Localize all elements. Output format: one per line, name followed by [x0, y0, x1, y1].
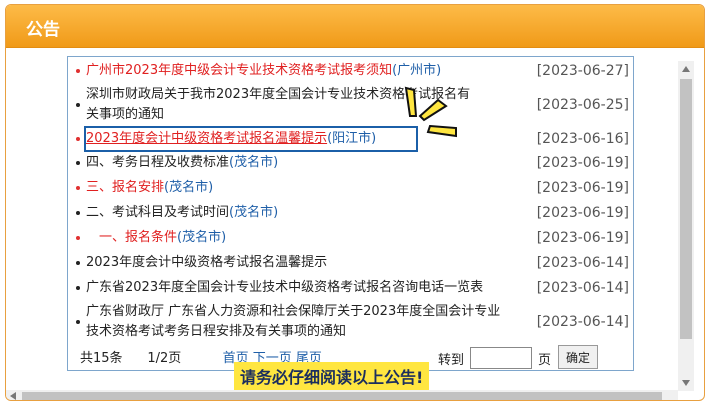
item-date: [2023-06-16] — [536, 131, 629, 147]
vertical-scrollbar[interactable] — [678, 61, 694, 391]
bullet-icon — [76, 186, 80, 190]
goto-unit: 页 — [538, 353, 552, 368]
scroll-left-icon[interactable] — [10, 392, 16, 400]
notice-banner: 请务必仔细阅读以上公告! — [234, 362, 430, 390]
item-title-line2[interactable]: 技术资格考试考务日程安排及有关事项的通知 — [86, 324, 346, 339]
goto-page-input[interactable] — [470, 347, 532, 369]
item-title[interactable]: 四、考务日程及收费标准 — [86, 155, 229, 170]
highlight-box — [84, 126, 418, 152]
item-date: [2023-06-19] — [536, 180, 629, 196]
bullet-icon — [76, 161, 80, 165]
item-date: [2023-06-19] — [536, 230, 629, 246]
bullet-icon — [76, 286, 80, 290]
item-location[interactable]: (广州市) — [392, 63, 441, 78]
bullet-icon — [76, 211, 80, 215]
item-location[interactable]: (茂名市) — [164, 180, 213, 195]
attention-burst-icon — [404, 86, 457, 138]
bullet-icon — [76, 261, 80, 265]
item-date: [2023-06-14] — [536, 314, 629, 330]
item-title[interactable]: 三、报名安排 — [86, 180, 164, 195]
bullet-icon — [76, 69, 80, 73]
goto-label: 转到 — [438, 353, 465, 368]
item-location[interactable]: (茂名市) — [229, 155, 278, 170]
item-title[interactable]: 一、报名条件 — [86, 230, 177, 245]
item-title[interactable]: 广州市2023年度中级会计专业技术资格考试报考须知 — [86, 63, 392, 78]
item-date: [2023-06-19] — [536, 205, 629, 221]
panel-header: 公告 — [6, 5, 704, 48]
scroll-down-icon[interactable] — [682, 380, 690, 386]
item-title-line2[interactable]: 关事项的通知 — [86, 107, 164, 122]
total-count: 共15条 — [80, 351, 123, 366]
item-title[interactable]: 广东省2023年度全国会计专业技术中级资格考试报名咨询电话一览表 — [86, 280, 483, 295]
announcement-list: 广州市2023年度中级会计专业技术资格考试报考须知(广州市) [2023-06-… — [67, 56, 634, 371]
bullet-icon — [76, 137, 80, 141]
item-location[interactable]: (茂名市) — [177, 230, 226, 245]
item-title[interactable]: 二、考试科目及考试时间 — [86, 205, 229, 220]
scroll-thumb[interactable] — [680, 79, 692, 339]
confirm-button[interactable]: 确定 — [558, 345, 598, 369]
item-location[interactable]: (茂名市) — [229, 205, 278, 220]
bullet-icon — [76, 236, 80, 240]
page-indicator: 1/2页 — [147, 351, 182, 366]
item-date: [2023-06-14] — [536, 280, 629, 296]
bullet-icon — [76, 320, 80, 324]
bullet-icon — [76, 103, 80, 107]
item-date: [2023-06-25] — [536, 97, 629, 113]
scroll-up-icon[interactable] — [682, 66, 690, 72]
item-date: [2023-06-19] — [536, 155, 629, 171]
item-title[interactable]: 广东省财政厅 广东省人力资源和社会保障厅关于2023年度全国会计专业 — [86, 304, 500, 319]
item-date: [2023-06-27] — [536, 63, 629, 79]
hscroll-thumb[interactable] — [22, 392, 662, 400]
item-title[interactable]: 2023年度会计中级资格考试报名温馨提示 — [86, 255, 327, 270]
item-date: [2023-06-14] — [536, 255, 629, 271]
horizontal-scrollbar[interactable] — [6, 390, 678, 400]
panel-title: 公告 — [26, 20, 60, 40]
